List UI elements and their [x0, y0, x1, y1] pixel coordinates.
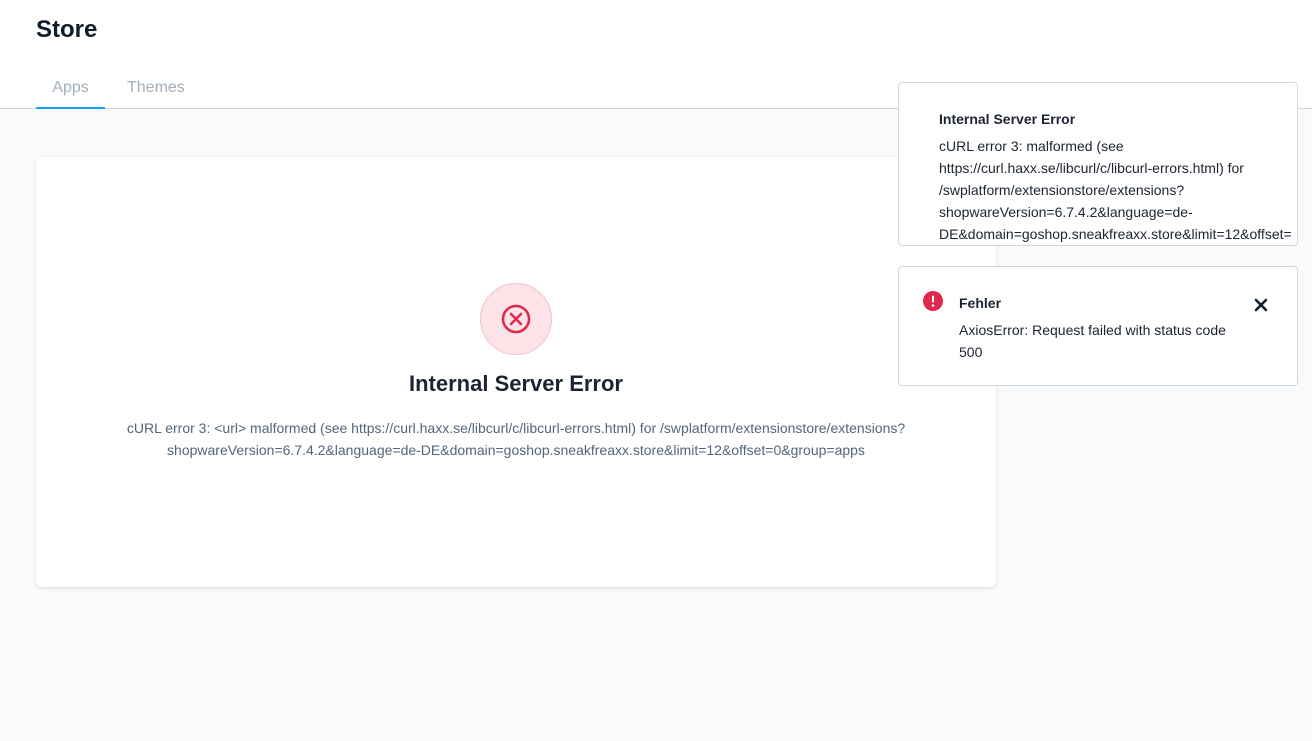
error-title: Internal Server Error [409, 371, 623, 396]
exclamation-circle-icon [923, 291, 943, 311]
notification-title: Fehler [959, 295, 1002, 311]
store-tabs: Apps Themes [36, 70, 207, 109]
notification-title: Internal Server Error [939, 111, 1076, 127]
notification-message: cURL error 3: malformed (see https://cur… [939, 138, 1292, 242]
close-notification-button[interactable] [1251, 295, 1271, 315]
error-card: Internal Server Error cURL error 3: <url… [36, 157, 996, 587]
close-icon [1254, 298, 1268, 312]
page-title: Store [36, 16, 98, 43]
error-message: cURL error 3: <url> malformed (see https… [126, 420, 906, 458]
notification-error: Fehler AxiosError: Request failed with s… [898, 266, 1298, 386]
x-circle-icon [480, 283, 552, 355]
notification-message: AxiosError: Request failed with status c… [959, 322, 1226, 360]
notification-server-error: Internal Server Error cURL error 3: malf… [898, 82, 1298, 246]
tab-apps[interactable]: Apps [36, 70, 105, 109]
tab-themes[interactable]: Themes [127, 70, 185, 108]
